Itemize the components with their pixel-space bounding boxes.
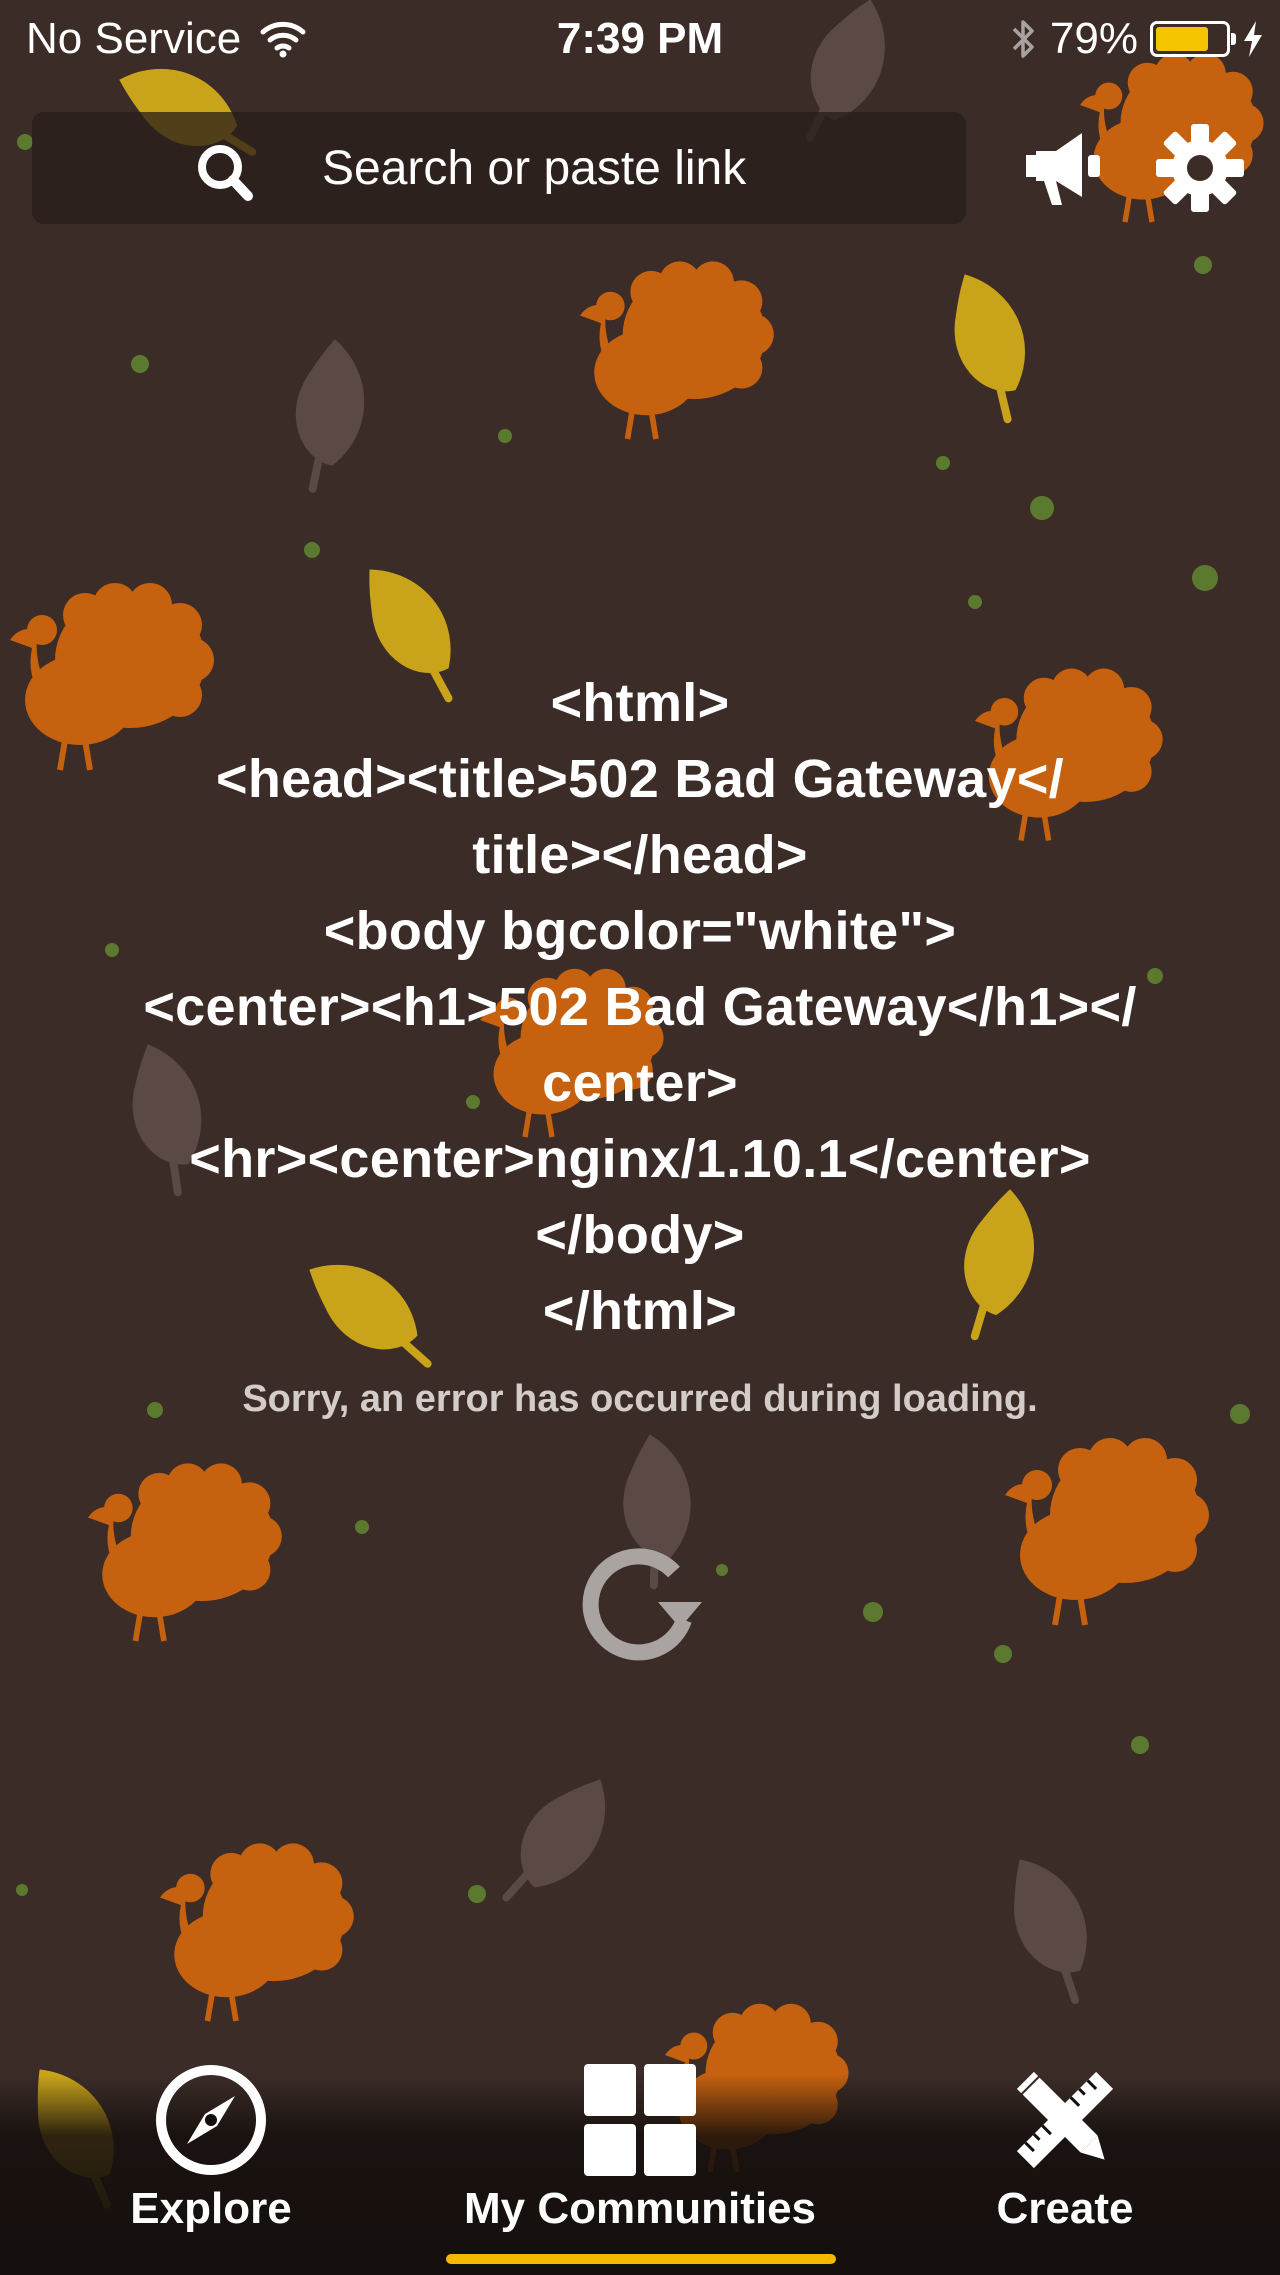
search-bar[interactable] <box>32 112 966 224</box>
announcements-button[interactable] <box>1015 118 1115 218</box>
settings-button[interactable] <box>1150 118 1250 218</box>
battery-icon <box>1150 21 1236 57</box>
search-input[interactable] <box>320 139 944 197</box>
error-message: Sorry, an error has occurred during load… <box>242 1378 1038 1420</box>
grid-icon <box>584 2064 696 2176</box>
tab-explore[interactable]: Explore <box>96 2062 326 2234</box>
charging-bolt-icon <box>1244 21 1262 57</box>
reload-icon <box>582 1548 702 1661</box>
status-bar: No Service 7:39 PM 79% <box>0 0 1280 80</box>
battery-fill <box>1156 27 1209 51</box>
status-right: 79% <box>1010 14 1264 64</box>
error-response-text: <html> <head><title>502 Bad Gateway</ ti… <box>143 673 1137 1341</box>
battery-percent: 79% <box>1049 14 1138 63</box>
compass-icon <box>156 2065 266 2175</box>
tab-create-label: Create <box>996 2184 1134 2233</box>
megaphone-icon <box>1026 133 1100 205</box>
tab-my-communities-label: My Communities <box>463 2184 817 2233</box>
tab-explore-label: Explore <box>130 2184 292 2233</box>
bluetooth-icon <box>1012 20 1034 58</box>
reload-button[interactable] <box>566 1528 714 1676</box>
gear-icon <box>1156 124 1244 212</box>
search-icon <box>198 145 253 201</box>
tab-my-communities[interactable]: My Communities <box>430 2062 850 2234</box>
tab-create[interactable]: Create <box>950 2062 1180 2234</box>
active-tab-indicator <box>446 2254 836 2264</box>
pencil-ruler-icon <box>1016 2071 1114 2169</box>
